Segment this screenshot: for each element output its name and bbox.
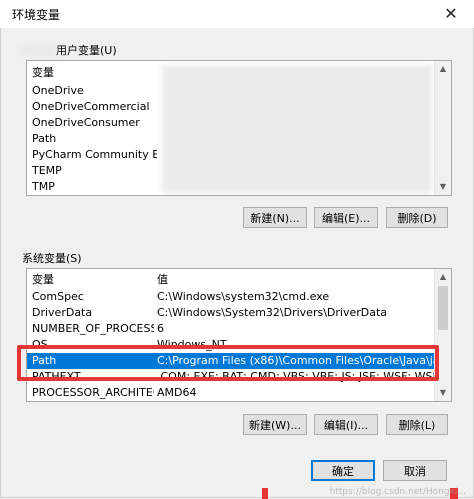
system-edit-button[interactable]: 编辑(I)...	[314, 414, 378, 435]
user-new-button[interactable]: 新建(N)...	[243, 207, 307, 228]
redacted-username	[22, 46, 56, 56]
table-row[interactable]: DriverData C:\Windows\System32\Drivers\D…	[27, 305, 435, 321]
column-header-name[interactable]: 变量	[32, 65, 152, 81]
user-vars-scrollbar[interactable]: ▲ ▼	[434, 61, 451, 195]
scroll-thumb[interactable]	[438, 286, 448, 330]
highlight-box	[17, 345, 439, 381]
close-icon[interactable]: ✕	[428, 0, 474, 28]
scroll-down-icon[interactable]: ▼	[435, 179, 451, 195]
cancel-button[interactable]: 取消	[383, 460, 447, 481]
system-new-button[interactable]: 新建(W)...	[243, 414, 307, 435]
user-delete-button[interactable]: 删除(D)	[386, 207, 448, 228]
system-vars-list[interactable]: 变量 值 ComSpec C:\Windows\system32\cmd.exe…	[26, 268, 452, 402]
scroll-up-icon[interactable]: ▲	[435, 61, 451, 77]
table-row[interactable]: ComSpec C:\Windows\system32\cmd.exe	[27, 289, 435, 305]
ok-button[interactable]: 确定	[311, 460, 375, 481]
user-vars-label: 用户变量(U)	[22, 42, 117, 58]
table-row[interactable]: NUMBER_OF_PROCESSORS 6	[27, 321, 435, 337]
watermark: https://blog.csdn.net/Hongxi...	[329, 487, 466, 497]
table-row[interactable]: PROCESSOR_ARCHITECT... AMD64	[27, 385, 435, 401]
window-title: 环境变量	[12, 8, 61, 22]
scroll-down-icon[interactable]: ▼	[435, 385, 451, 401]
scroll-up-icon[interactable]: ▲	[435, 269, 451, 285]
system-delete-button[interactable]: 删除(L)	[386, 414, 448, 435]
annotation-mark	[262, 488, 268, 499]
column-header-name[interactable]: 变量	[32, 272, 152, 288]
user-vars-list[interactable]: 变量 OneDrive OneDriveCommercial OneDriveC…	[26, 60, 452, 196]
column-header-value[interactable]: 值	[157, 272, 257, 288]
user-edit-button[interactable]: 编辑(E)...	[314, 207, 378, 228]
redacted-values	[162, 65, 432, 193]
system-vars-scrollbar[interactable]: ▲ ▼	[434, 269, 451, 401]
title-bar: 环境变量 ✕	[0, 0, 474, 28]
system-vars-label: 系统变量(S)	[22, 252, 82, 265]
system-vars-header: 变量 值	[27, 272, 435, 288]
